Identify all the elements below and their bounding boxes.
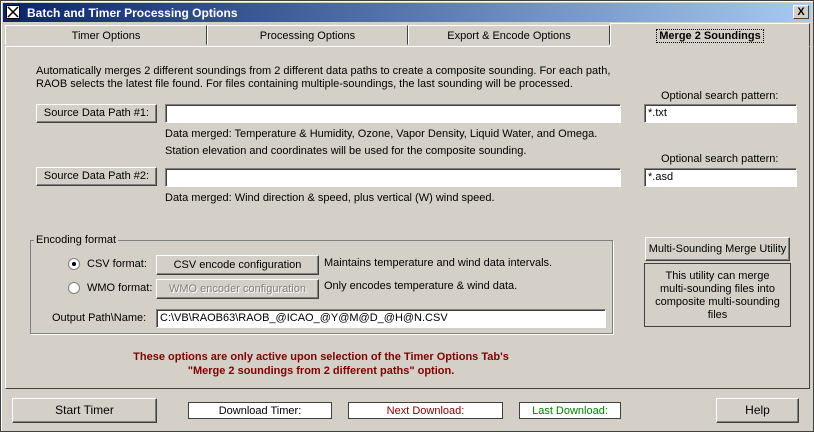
wmo-format-description: Only encodes temperature & wind data.	[324, 280, 518, 292]
tab-merge-2-soundings[interactable]: Merge 2 Soundings	[610, 23, 810, 47]
tab-label: Timer Options	[71, 30, 141, 42]
source-path-2-input[interactable]	[165, 168, 621, 187]
tab-label: Export & Encode Options	[447, 30, 571, 42]
csv-format-radio[interactable]	[68, 258, 80, 270]
next-download-status: Next Download:	[348, 402, 503, 419]
csv-encode-config-button[interactable]: CSV encode configuration	[156, 255, 319, 275]
options-window: Batch and Timer Processing Options X Tim…	[0, 0, 814, 432]
utility-info-line-2: multi-sounding files into	[660, 283, 775, 295]
tab-processing-options[interactable]: Processing Options	[207, 25, 408, 45]
warning-line-2: "Merge 2 soundings from 2 different path…	[187, 365, 455, 377]
wmo-encoder-config-button[interactable]: WMO encoder configuration	[156, 279, 319, 299]
title-bar[interactable]: Batch and Timer Processing Options X	[3, 3, 811, 22]
app-icon	[6, 5, 20, 19]
source-path-1-input[interactable]	[165, 104, 621, 123]
intro-line-1: Automatically merges 2 different soundin…	[36, 65, 611, 77]
csv-format-description: Maintains temperature and wind data inte…	[324, 257, 553, 269]
timer-options-warning: These options are only active upon selec…	[66, 350, 576, 378]
path-2-note-1: Data merged: Wind direction & speed, plu…	[165, 192, 495, 204]
encoding-format-label: Encoding format	[34, 234, 119, 246]
tab-timer-options[interactable]: Timer Options	[5, 25, 207, 45]
wmo-format-label: WMO format:	[87, 282, 153, 294]
start-timer-button[interactable]: Start Timer	[12, 398, 157, 423]
search-pattern-2-input[interactable]: *.asd	[644, 168, 797, 187]
close-button[interactable]: X	[793, 5, 809, 19]
warning-line-1: These options are only active upon selec…	[133, 351, 509, 363]
path-1-note-1: Data merged: Temperature & Humidity, Ozo…	[165, 128, 598, 140]
tab-label: Processing Options	[259, 30, 356, 42]
utility-info-line-3: composite multi-sounding files	[655, 296, 780, 321]
output-path-label: Output Path\Name:	[52, 312, 147, 324]
window-title: Batch and Timer Processing Options	[27, 6, 238, 20]
path-1-note-2: Station elevation and coordinates will b…	[165, 145, 527, 157]
search-pattern-1-label: Optional search pattern:	[661, 90, 779, 102]
search-pattern-2-label: Optional search pattern:	[661, 153, 779, 165]
help-button[interactable]: Help	[716, 398, 799, 423]
tab-label: Merge 2 Soundings	[656, 29, 764, 43]
csv-format-label: CSV format:	[87, 258, 147, 270]
search-pattern-1-input[interactable]: *.txt	[644, 104, 797, 123]
source-path-2-button[interactable]: Source Data Path #2:	[36, 167, 157, 186]
output-path-input[interactable]: C:\VB\RAOB63\RAOB_@ICAO_@Y@M@D_@H@N.CSV	[156, 309, 606, 328]
intro-line-2: RAOB selects the latest file found. For …	[36, 78, 573, 90]
utility-info-line-1: This utility can merge	[665, 270, 770, 282]
utility-info-box: This utility can merge multi-sounding fi…	[644, 263, 791, 327]
source-path-1-button[interactable]: Source Data Path #1:	[36, 104, 157, 123]
last-download-status: Last Download:	[519, 402, 621, 419]
wmo-format-radio[interactable]	[68, 282, 80, 294]
tab-panel: Automatically merges 2 different soundin…	[5, 46, 810, 389]
multi-sounding-merge-utility-button[interactable]: Multi-Sounding Merge Utility	[645, 237, 790, 261]
tab-export-encode-options[interactable]: Export & Encode Options	[408, 25, 610, 45]
download-timer-status: Download Timer:	[188, 402, 332, 419]
